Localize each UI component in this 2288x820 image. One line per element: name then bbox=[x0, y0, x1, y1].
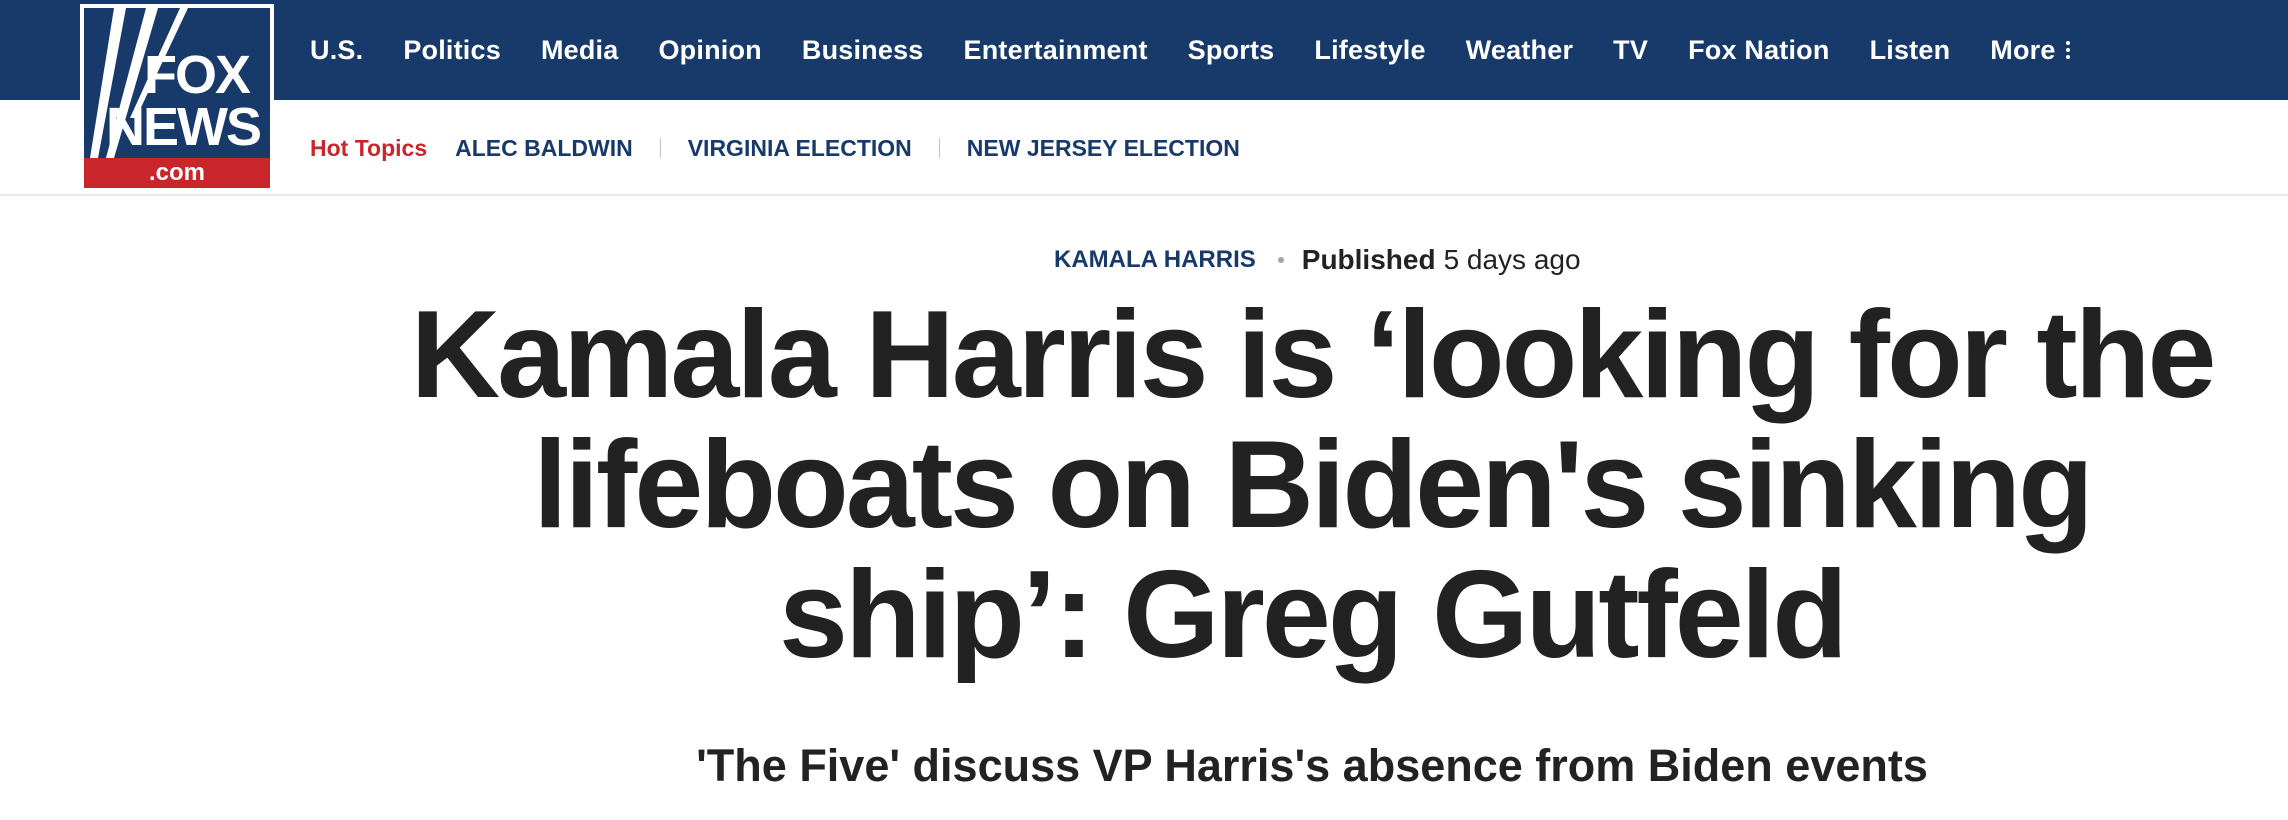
nav-item-business[interactable]: Business bbox=[802, 35, 924, 66]
nav-item-politics[interactable]: Politics bbox=[403, 35, 501, 66]
logo-fox-text: FOX bbox=[144, 45, 251, 105]
nav-item-entertainment[interactable]: Entertainment bbox=[964, 35, 1148, 66]
article-meta-row: KAMALA HARRIS Published 5 days ago bbox=[1054, 240, 1581, 280]
nav-more-label: More bbox=[1990, 34, 2056, 65]
logo-mark: FOX NEWS .com bbox=[84, 8, 270, 188]
nav-more-button[interactable]: More bbox=[1990, 34, 2070, 66]
nav-item-media[interactable]: Media bbox=[541, 35, 619, 66]
nav-item-lifestyle[interactable]: Lifestyle bbox=[1314, 35, 1425, 66]
meta-separator-dot bbox=[1277, 257, 1284, 263]
hot-topic-new-jersey-election[interactable]: NEW JERSEY ELECTION bbox=[967, 135, 1240, 162]
hot-topics-label: Hot Topics bbox=[310, 134, 428, 161]
nav-item-sports[interactable]: Sports bbox=[1188, 35, 1275, 66]
nav-item-us[interactable]: U.S. bbox=[310, 35, 363, 66]
logo-domain-text: .com bbox=[84, 158, 270, 188]
hot-topic-alec-baldwin[interactable]: ALEC BALDWIN bbox=[455, 135, 633, 162]
logo-news-text: NEWS bbox=[106, 97, 262, 157]
nav-item-listen[interactable]: Listen bbox=[1870, 35, 1951, 66]
fox-news-logo[interactable]: FOX NEWS .com bbox=[80, 4, 274, 192]
article-subheadline: 'The Five' discuss VP Harris's absence f… bbox=[696, 740, 1928, 791]
vertical-ellipsis-icon bbox=[2065, 41, 2070, 59]
nav-item-tv[interactable]: TV bbox=[1613, 35, 1648, 66]
hot-topics-bar: Hot Topics ALEC BALDWIN VIRGINIA ELECTIO… bbox=[0, 100, 2288, 196]
main-nav: U.S. Politics Media Opinion Business Ent… bbox=[310, 0, 2070, 100]
published-time: 5 days ago bbox=[1443, 244, 1581, 275]
hot-topics-list: Hot Topics ALEC BALDWIN VIRGINIA ELECTIO… bbox=[310, 100, 1240, 196]
article-eyebrow-link[interactable]: KAMALA HARRIS bbox=[1054, 246, 1256, 274]
article-headline: Kamala Harris is ‘looking for the lifebo… bbox=[410, 286, 2217, 684]
topic-divider bbox=[659, 138, 661, 158]
topic-divider bbox=[938, 138, 940, 158]
nav-item-fox-nation[interactable]: Fox Nation bbox=[1688, 35, 1830, 66]
hot-topic-virginia-election[interactable]: VIRGINIA ELECTION bbox=[688, 135, 912, 162]
nav-item-weather[interactable]: Weather bbox=[1466, 35, 1573, 66]
top-navigation-bar: U.S. Politics Media Opinion Business Ent… bbox=[0, 0, 2288, 100]
nav-item-opinion[interactable]: Opinion bbox=[658, 35, 761, 66]
published-label: Published bbox=[1301, 244, 1436, 275]
